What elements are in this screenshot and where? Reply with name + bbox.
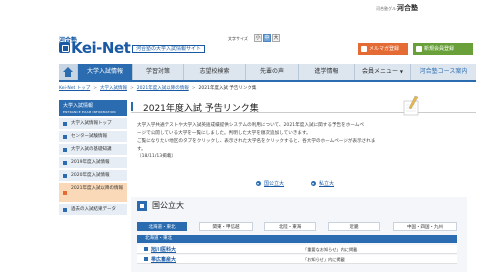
table-row: 旭川医科大 「重要なお知らせ」内に掲載 <box>137 245 457 254</box>
publish-date: （18/11/13掲載） <box>137 154 177 159</box>
sidebar-item-label: 2019年度入試情報 <box>71 160 110 165</box>
description-line: 大学入学共通テストや大学入試英語成績提供システムの利用について、2021年度入試… <box>137 123 364 128</box>
page-title-box: 2021年度入試 予告リンク集 <box>131 100 476 114</box>
sidebar-item-basics[interactable]: 大学入試の基礎知識 <box>59 144 127 156</box>
breadcrumb: Kei-Net トップ > 大学入試情報 >2021年度入試以降の情報 >2021年度入… <box>59 86 257 91</box>
sidebar-item-label: 2020年度入試情報 <box>71 173 110 178</box>
nav-item-seniors[interactable]: 先輩の声 <box>245 64 298 80</box>
breadcrumb-link[interactable]: Kei-Net トップ <box>59 86 90 91</box>
sidebar-item-2020[interactable]: 2020年度入試情報 <box>59 170 127 182</box>
nav-item-study[interactable]: 学習対策 <box>132 64 183 80</box>
region-header: 北海道・東北 <box>137 235 457 243</box>
sidebar-title: 大学入試情報 <box>63 103 94 109</box>
sidebar-item-past-results[interactable]: 過去の入試結果データ <box>59 204 127 216</box>
register-button[interactable]: 新規会員登録 <box>413 43 473 55</box>
anchor-link-label: 私立大 <box>319 181 335 187</box>
nav-item-label: 大学入試情報 <box>86 68 123 75</box>
font-size-medium-button[interactable]: 中 <box>263 34 271 42</box>
breadcrumb-link[interactable]: 2021年度入試以降の情報 <box>137 86 189 91</box>
nav-item-label: 会員メニュー <box>361 68 398 75</box>
site-tagline: 河合塾の大学入試情報サイト <box>132 45 206 53</box>
university-link[interactable]: 帯広畜産大 <box>151 256 176 263</box>
anchor-link-national[interactable]: 国公立大 <box>256 180 284 187</box>
nav-item-career[interactable]: 進学情報 <box>298 64 354 80</box>
tab-kinki[interactable]: 近畿 <box>328 222 380 231</box>
nav-item-exam-info[interactable]: 大学入試情報 <box>77 64 132 80</box>
bullet-icon <box>144 247 148 251</box>
nav-item-member-menu[interactable]: 会員メニュー ▼ <box>354 64 410 80</box>
section-title: 国公立大 <box>152 201 184 210</box>
sidebar-item-2021[interactable]: 2021年度入試以降の情報 <box>59 183 127 203</box>
university-note: 「お知らせ」内に掲載 <box>303 257 345 262</box>
table-row: 帯広畜産大 「お知らせ」内に掲載 <box>137 255 457 264</box>
user-add-icon <box>416 46 422 52</box>
nav-item-kawaijuku-course[interactable]: 河合塾コース案内 <box>410 64 476 80</box>
tab-kanto-koshinetsu[interactable]: 関東・甲信越 <box>199 222 253 231</box>
register-button-label: 新規会員登録 <box>424 46 455 52</box>
sidebar: 大学入試情報 ENTRANCE EXAM INFORMATION 大学入試情報ト… <box>59 100 127 272</box>
kei-net-logo-icon[interactable] <box>59 42 70 53</box>
university-note: 「重要なお知らせ」内に掲載 <box>303 247 358 252</box>
sidebar-item-label: 過去の入試結果データ <box>71 207 116 212</box>
page-description: 大学入学共通テストや大学入試英語成績提供システムの利用について、2021年度入試… <box>137 122 467 154</box>
global-nav: 大学入試情報 学習対策 志望校検索 先輩の声 進学情報 会員メニュー ▼ 河合塾… <box>59 64 476 82</box>
university-link[interactable]: 旭川医科大 <box>151 246 176 253</box>
anchor-link-label: 国公立大 <box>264 181 285 187</box>
font-size-small-button[interactable]: 小 <box>254 34 262 42</box>
sidebar-item-label: センター試験情報 <box>71 134 107 139</box>
section-square-icon <box>137 201 147 211</box>
nav-item-label: 学習対策 <box>145 68 170 75</box>
sidebar-item-center-test[interactable]: センター試験情報 <box>59 131 127 143</box>
font-size-label: 文字サイズ <box>228 36 248 41</box>
description-line: ージで公開している大学を一覧にしました。判明した大学を順次追加していきます。 <box>137 131 311 136</box>
newsletter-button[interactable]: メルマガ登録 <box>358 43 408 55</box>
page-title: 2021年度入試 予告リンク集 <box>143 104 259 114</box>
font-size-large-button[interactable]: 大 <box>272 34 280 42</box>
group-logo[interactable]: 河合塾 <box>397 3 418 13</box>
nav-item-school-search[interactable]: 志望校検索 <box>183 64 245 80</box>
sidebar-item-exam-top[interactable]: 大学入試情報トップ <box>59 118 127 130</box>
pencil-note-icon <box>403 95 419 116</box>
breadcrumb-link[interactable]: 大学入試情報 <box>100 86 127 91</box>
main-content: 2021年度入試 予告リンク集 大学入学共通テストや大学入試英語成績提供システム… <box>131 95 476 272</box>
description-line: す。 <box>137 147 146 152</box>
sidebar-item-label: 2021年度入試以降の情報 <box>71 186 123 191</box>
home-icon[interactable] <box>59 64 77 80</box>
breadcrumb-current: 2021年度入試 予告リンク集 <box>198 86 257 91</box>
sidebar-subtitle: ENTRANCE EXAM INFORMATION <box>63 110 116 114</box>
sidebar-item-2019[interactable]: 2019年度入試情報 <box>59 157 127 169</box>
tab-chugoku-shikoku-kyushu[interactable]: 中国・四国・九州 <box>393 222 457 231</box>
site-logo[interactable]: Kei-Net <box>71 39 131 57</box>
chevron-down-icon: ▼ <box>399 69 403 74</box>
sidebar-header: 大学入試情報 ENTRANCE EXAM INFORMATION <box>59 100 127 116</box>
newsletter-button-label: メルマガ登録 <box>369 46 400 52</box>
sidebar-item-label: 大学入試の基礎知識 <box>71 147 112 152</box>
site-header: 河合塾グループ 河合塾 河合塾 Kei-Net 河合塾の大学入試情報サイト 文字… <box>0 0 480 64</box>
anchor-link-private[interactable]: 私立大 <box>311 180 334 187</box>
nav-item-label: 先輩の声 <box>259 68 284 75</box>
sidebar-item-label: 大学入試情報トップ <box>71 121 112 126</box>
tab-hokuriku-tokai[interactable]: 北陸・東海 <box>264 222 316 231</box>
title-accent-bar <box>131 102 133 111</box>
nav-item-label: 志望校検索 <box>199 68 230 75</box>
nav-item-label: 河合塾コース案内 <box>419 68 468 75</box>
page: 河合塾グループ 河合塾 河合塾 Kei-Net 河合塾の大学入試情報サイト 文字… <box>0 0 480 272</box>
national-universities-section: 国公立大 北海道・東北 関東・甲信越 北陸・東海 近畿 中国・四国・九州 北海道… <box>131 197 467 272</box>
tab-hokkaido-tohoku[interactable]: 北海道・東北 <box>137 222 187 231</box>
bullet-icon <box>144 257 148 261</box>
description-line: ご覧になりたい地区のタブをクリックし、表示された大学名をクリックすると、各大学の… <box>137 139 376 144</box>
mail-icon <box>361 46 367 52</box>
nav-item-label: 進学情報 <box>314 68 339 75</box>
